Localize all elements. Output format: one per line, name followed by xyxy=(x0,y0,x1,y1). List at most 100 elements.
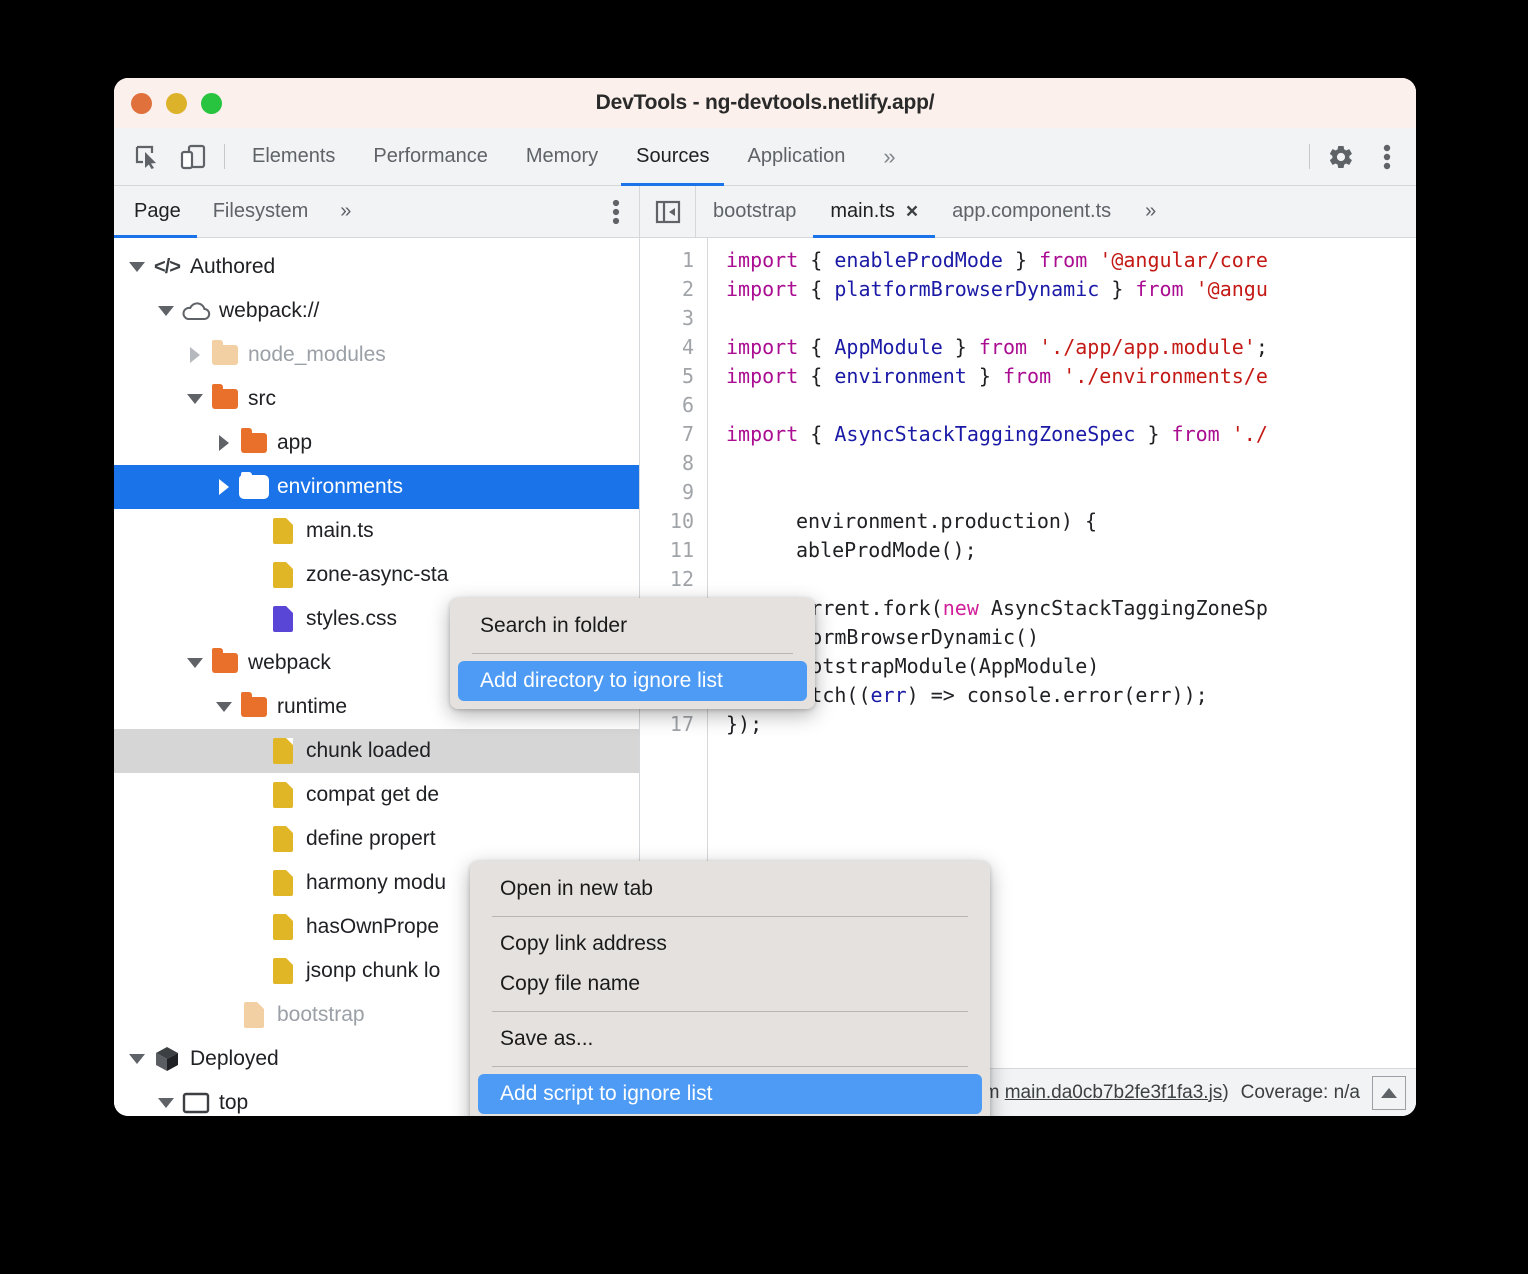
tab-memory[interactable]: Memory xyxy=(507,128,617,185)
chevron-down-icon[interactable] xyxy=(153,1098,179,1108)
menu-item-save-as[interactable]: Save as... xyxy=(478,1019,982,1059)
folder-context-menu[interactable]: Search in folder Add directory to ignore… xyxy=(450,598,815,709)
chevron-down-icon[interactable] xyxy=(153,306,179,316)
chevron-right-icon[interactable] xyxy=(211,435,237,451)
tree-item-label: top xyxy=(213,1091,248,1115)
zoom-window-button[interactable] xyxy=(201,93,222,114)
line-number: 10 xyxy=(640,507,707,536)
menu-item-open-in-new-tab[interactable]: Open in new tab xyxy=(478,869,982,909)
code-token: } xyxy=(1003,248,1039,272)
code-token: ; xyxy=(1256,335,1268,359)
code-line: import { platformBrowserDynamic } from '… xyxy=(726,275,1416,304)
menu-separator xyxy=(492,1066,968,1067)
source-origin-text: (From main.da0cb7b2fe3f1fa3.js) xyxy=(949,1082,1229,1104)
tree-item-environments[interactable]: environments xyxy=(114,465,639,509)
navigator-more-options-icon[interactable] xyxy=(593,186,639,237)
file-yellow-icon xyxy=(266,738,300,764)
tree-item-label: Deployed xyxy=(184,1047,279,1071)
tree-item-compat-get-de[interactable]: compat get de xyxy=(114,773,639,817)
tree-item-label: hasOwnPrope xyxy=(300,915,439,939)
code-line: ableProdMode(); xyxy=(726,536,1416,565)
gear-icon[interactable] xyxy=(1318,128,1364,185)
tree-item-authored[interactable]: </>Authored xyxy=(114,245,639,289)
menu-item-add-script-to-ignore-list[interactable]: Add script to ignore list xyxy=(478,1074,982,1114)
code-line: .bootstrapModule(AppModule) xyxy=(726,652,1416,681)
code-token: } xyxy=(967,364,1003,388)
code-icon: </> xyxy=(150,256,184,279)
tree-item-src[interactable]: src xyxy=(114,377,639,421)
tree-item-label: webpack:// xyxy=(213,299,319,323)
chevron-down-icon[interactable] xyxy=(124,1054,150,1064)
code-token: err xyxy=(871,683,907,707)
code-line: import { environment } from './environme… xyxy=(726,362,1416,391)
chevron-down-icon[interactable] xyxy=(211,702,237,712)
tree-item-define-propert[interactable]: define propert xyxy=(114,817,639,861)
line-number: 5 xyxy=(640,362,707,391)
more-options-icon[interactable] xyxy=(1364,128,1410,185)
folder-white-icon xyxy=(237,477,271,497)
collapse-sidebar-icon[interactable] xyxy=(640,186,696,237)
menu-item-search-in-folder[interactable]: Search in folder xyxy=(458,606,807,646)
tree-item-label: environments xyxy=(271,475,403,499)
close-window-button[interactable] xyxy=(131,93,152,114)
editor-tab-main-ts[interactable]: main.ts × xyxy=(813,186,935,237)
chevron-right-icon[interactable] xyxy=(182,347,208,363)
tree-item-main-ts[interactable]: main.ts xyxy=(114,509,639,553)
cube-icon xyxy=(150,1045,184,1073)
chevron-down-icon[interactable] xyxy=(182,658,208,668)
minimize-window-button[interactable] xyxy=(166,93,187,114)
editor-tab-bootstrap[interactable]: bootstrap xyxy=(696,186,813,237)
cloud-icon xyxy=(179,300,213,322)
tree-item-node-modules[interactable]: node_modules xyxy=(114,333,639,377)
file-yellow-icon xyxy=(266,518,300,544)
more-navigator-tabs-icon[interactable]: » xyxy=(324,186,364,237)
chevron-down-icon[interactable] xyxy=(182,394,208,404)
tree-item-webpack[interactable]: webpack:// xyxy=(114,289,639,333)
code-token: { xyxy=(810,248,834,272)
devtools-main-toolbar: Elements Performance Memory Sources Appl… xyxy=(114,128,1416,186)
line-number: 17 xyxy=(640,710,707,739)
code-line: import { AsyncStackTaggingZoneSpec } fro… xyxy=(726,420,1416,449)
code-token: { xyxy=(810,422,834,446)
code-line: import { AppModule } from './app/app.mod… xyxy=(726,333,1416,362)
folder-orange-icon xyxy=(208,653,242,673)
menu-item-copy-link-address[interactable]: Copy link address xyxy=(478,924,982,964)
folder-orange-icon xyxy=(237,697,271,717)
code-token: enableProdMode xyxy=(834,248,1003,272)
file-yellow-icon xyxy=(266,958,300,984)
tree-item-chunk-loaded[interactable]: chunk loaded xyxy=(114,729,639,773)
line-number: 11 xyxy=(640,536,707,565)
editor-tab-app-component-ts[interactable]: app.component.ts xyxy=(935,186,1128,237)
tab-elements[interactable]: Elements xyxy=(233,128,354,185)
show-drawer-icon[interactable] xyxy=(1372,1076,1406,1110)
editor-tab-label: app.component.ts xyxy=(952,200,1111,223)
menu-item-add-all-third-party-scripts-to-ignore-list[interactable]: Add all third-party scripts to ignore li… xyxy=(478,1114,982,1116)
source-map-link[interactable]: main.da0cb7b2fe3f1fa3.js xyxy=(1005,1082,1223,1103)
frame-icon xyxy=(179,1091,213,1115)
tree-item-label: main.ts xyxy=(300,519,374,543)
tab-application[interactable]: Application xyxy=(728,128,864,185)
code-token: ableProdMode(); xyxy=(796,538,977,562)
more-panels-icon[interactable]: » xyxy=(864,128,911,185)
code-line: environment.production) { xyxy=(726,507,1416,536)
chevron-right-icon[interactable] xyxy=(211,479,237,495)
menu-item-add-directory-to-ignore-list[interactable]: Add directory to ignore list xyxy=(458,661,807,701)
code-token: import xyxy=(726,277,810,301)
code-token: { xyxy=(810,364,834,388)
inspect-element-icon[interactable] xyxy=(124,128,170,185)
tree-item-zone-async-sta[interactable]: zone-async-sta xyxy=(114,553,639,597)
file-context-menu[interactable]: Open in new tab Copy link address Copy f… xyxy=(470,861,990,1116)
tree-item-app[interactable]: app xyxy=(114,421,639,465)
sidebar-tab-page[interactable]: Page xyxy=(114,186,197,237)
code-token: import xyxy=(726,364,810,388)
close-tab-icon[interactable]: × xyxy=(906,200,918,224)
chevron-down-icon[interactable] xyxy=(124,262,150,272)
more-editor-tabs-icon[interactable]: » xyxy=(1128,186,1170,237)
menu-item-copy-file-name[interactable]: Copy file name xyxy=(478,964,982,1004)
tab-sources[interactable]: Sources xyxy=(617,128,728,185)
device-toolbar-icon[interactable] xyxy=(170,128,216,185)
sidebar-tab-filesystem[interactable]: Filesystem xyxy=(197,186,325,237)
code-token: platformBrowserDynamic xyxy=(834,277,1099,301)
editor-tab-strip: bootstrap main.ts × app.component.ts » xyxy=(640,186,1416,238)
tab-performance[interactable]: Performance xyxy=(354,128,507,185)
